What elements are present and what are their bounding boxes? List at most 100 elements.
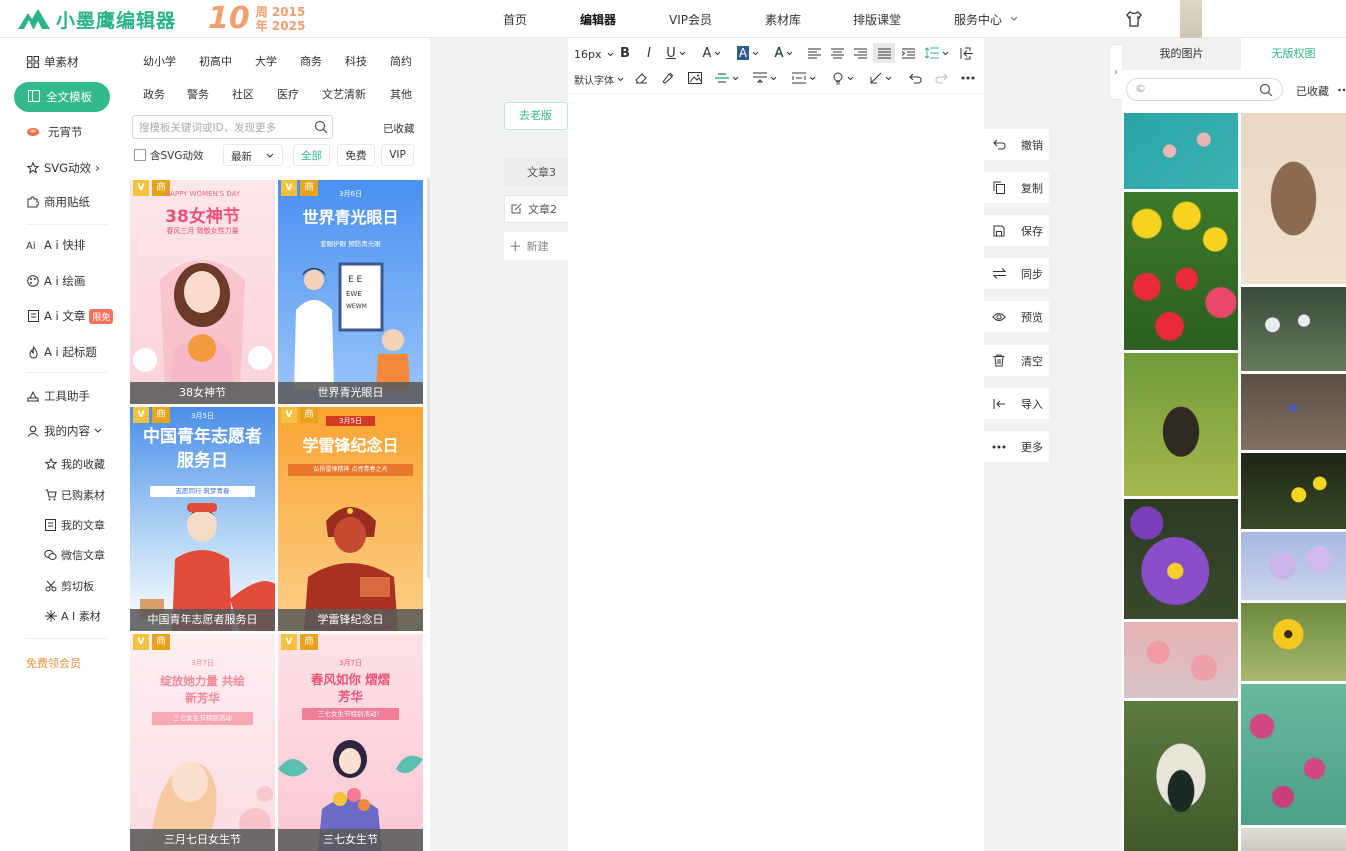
sidebar-item-lantern-festival[interactable]: 元宵节 (26, 123, 83, 141)
italic-button[interactable]: I (642, 45, 656, 61)
category-tech[interactable]: 科技 (345, 53, 367, 69)
import-button[interactable]: 导入 (984, 388, 1049, 419)
stock-photo-small-blue-flower[interactable] (1241, 374, 1346, 450)
user-avatar[interactable] (1180, 0, 1202, 38)
sidebar-item-single-material[interactable]: 单素材 (26, 53, 79, 71)
chevron-down-icon[interactable] (1010, 16, 1018, 22)
nav-classroom[interactable]: 排版课堂 (853, 11, 901, 28)
stock-photo-purple-flower[interactable] (1124, 499, 1238, 619)
doc-tab-article-2[interactable]: 文章2 (504, 195, 568, 223)
nav-editor[interactable]: 编辑器 (580, 11, 616, 28)
stock-photo-yellow-blossom[interactable] (1241, 453, 1346, 529)
sidebar-item-ai-title[interactable]: A i 起标题 (26, 343, 97, 361)
eraser-button[interactable] (634, 71, 648, 85)
old-version-button[interactable]: 去老版 (504, 102, 568, 130)
justify-button[interactable] (873, 43, 895, 63)
template-card[interactable]: E E EWE WEWM V 商 3月6日 世界青光眼日 爱眼护眼 预防青光眼 … (278, 180, 423, 404)
stock-photo-lilac-flowers[interactable] (1241, 532, 1346, 600)
more-toolbar-button[interactable] (960, 71, 976, 85)
tab-copyright-free-images[interactable]: 无版权图 (1241, 38, 1346, 70)
category-university[interactable]: 大学 (255, 53, 277, 69)
indent-button[interactable] (901, 46, 915, 60)
arrow-button[interactable] (868, 71, 894, 85)
stock-photo-man-in-grass[interactable] (1124, 353, 1238, 496)
template-card[interactable]: V 商 3月5日 学雷锋纪念日 弘扬雷锋精神 点亮青春之光 学雷锋纪念日 (278, 407, 423, 631)
category-community[interactable]: 社区 (232, 86, 254, 102)
sidebar-item-ai-painting[interactable]: A i 绘画 (26, 272, 85, 290)
stock-photo-cherry-blossom-teal[interactable] (1124, 113, 1238, 189)
sidebar-sub-item-my-articles[interactable]: 我的文章 (44, 517, 105, 533)
category-literary[interactable]: 文艺清新 (322, 86, 366, 102)
filter-vip[interactable]: VIP (381, 144, 414, 166)
sidebar-sub-item-purchased[interactable]: 已购素材 (44, 487, 105, 503)
sidebar-item-ai-article[interactable]: A i 文章 限免 (26, 307, 114, 325)
template-search-input[interactable]: 搜模板关键词或ID，发现更多 (132, 115, 333, 139)
more-dots-icon[interactable] (1338, 88, 1346, 92)
copy-button[interactable]: 复制 (984, 172, 1049, 203)
stock-photo-dried-plant[interactable] (1241, 113, 1346, 284)
filter-all[interactable]: 全部 (293, 144, 330, 166)
nav-vip[interactable]: VIP会员 (669, 11, 712, 28)
new-doc-button[interactable]: + 新建 (504, 232, 568, 260)
nav-service-center[interactable]: 服务中心 (954, 11, 1002, 28)
save-button[interactable]: 保存 (984, 215, 1049, 246)
sidebar-item-tools[interactable]: 工具助手 (26, 387, 90, 405)
sidebar-item-svg-animation[interactable]: SVG动效 › (26, 159, 100, 177)
font-size-select[interactable]: 16px (574, 46, 614, 62)
font-family-select[interactable]: 默认字体 (574, 71, 624, 87)
filter-free[interactable]: 免费 (337, 144, 375, 166)
template-card[interactable]: V 商 3月5日 中国青年志愿者服务日 志愿同行 筑梦青春 中国青年志愿者服务日 (130, 407, 275, 631)
more-button[interactable]: 更多 (984, 431, 1049, 462)
stock-photo-snowdrops[interactable] (1241, 287, 1346, 371)
free-vip-link[interactable]: 免费领会员 (26, 655, 81, 671)
format-painter-button[interactable] (660, 71, 674, 85)
text-effect-button[interactable]: A (771, 45, 797, 61)
template-card[interactable]: V 商 HAPPY WOMEN'S DAY 38女神节 春风三月 致敬女性力量 … (130, 180, 275, 404)
sidebar-sub-item-clipboard[interactable]: 剪切板 (44, 578, 94, 594)
exit-button[interactable] (960, 46, 974, 60)
nav-home[interactable]: 首页 (503, 11, 527, 28)
bold-button[interactable]: B (618, 45, 632, 61)
category-business[interactable]: 商务 (300, 53, 322, 69)
search-icon[interactable] (1259, 83, 1273, 97)
undo-button[interactable]: 撤销 (984, 129, 1049, 160)
stock-photo-tulips[interactable] (1124, 192, 1238, 350)
letter-spacing-button[interactable] (790, 71, 818, 85)
category-other[interactable]: 其他 (390, 86, 412, 102)
divider-button[interactable] (714, 71, 740, 85)
template-card[interactable]: V 商 3月7日 绽放她力量 共绘新芳华 三七女生节特别活动 三月七日女生节 (130, 634, 275, 851)
collapse-panel-toggle[interactable]: › (1109, 44, 1122, 100)
sidebar-item-my-content[interactable]: 我的内容 (26, 422, 102, 440)
doc-tab-article-3[interactable]: 文章3 (504, 158, 568, 186)
stock-photo-pink-tree-window[interactable] (1241, 684, 1346, 825)
category-police[interactable]: 警务 (187, 86, 209, 102)
search-icon[interactable] (314, 120, 328, 134)
template-card[interactable]: V 商 3月7日 春风如你 熠熠芳华 三七女生节特别活动！ 三七女生节 (278, 634, 423, 851)
stock-photo-pink-blossoms[interactable] (1124, 622, 1238, 698)
favorites-filter[interactable]: 已收藏 (383, 121, 415, 136)
svg-animation-checkbox[interactable] (134, 149, 146, 161)
editor-canvas[interactable] (568, 38, 984, 851)
category-primary-school[interactable]: 幼小学 (143, 53, 176, 69)
brand-logo[interactable]: 小墨鹰编辑器 (16, 6, 176, 32)
underline-button[interactable]: U (664, 45, 688, 61)
sync-button[interactable]: 同步 (984, 258, 1049, 289)
template-scrollbar[interactable] (427, 178, 430, 578)
sidebar-item-ai-layout[interactable]: Ai A i 快排 (26, 236, 85, 254)
category-minimal[interactable]: 简约 (390, 53, 412, 69)
sidebar-item-commercial-stickers[interactable]: 商用贴纸 (26, 193, 90, 211)
stock-photo-sunflower[interactable] (1241, 603, 1346, 681)
align-right-button[interactable] (853, 46, 867, 60)
stock-photo-partial[interactable] (1241, 828, 1346, 851)
tab-my-images[interactable]: 我的图片 (1122, 38, 1241, 70)
preview-button[interactable]: 预览 (984, 301, 1049, 332)
sort-select[interactable]: 最新 (223, 144, 283, 166)
nav-materials[interactable]: 素材库 (765, 11, 801, 28)
font-color-button[interactable]: A (700, 45, 724, 61)
image-search-input[interactable]: © (1126, 78, 1283, 101)
insert-image-button[interactable] (688, 71, 702, 85)
undo-toolbar-button[interactable] (908, 71, 922, 85)
category-high-school[interactable]: 初高中 (199, 53, 232, 69)
paragraph-spacing-button[interactable] (752, 71, 778, 85)
align-left-button[interactable] (807, 46, 821, 60)
